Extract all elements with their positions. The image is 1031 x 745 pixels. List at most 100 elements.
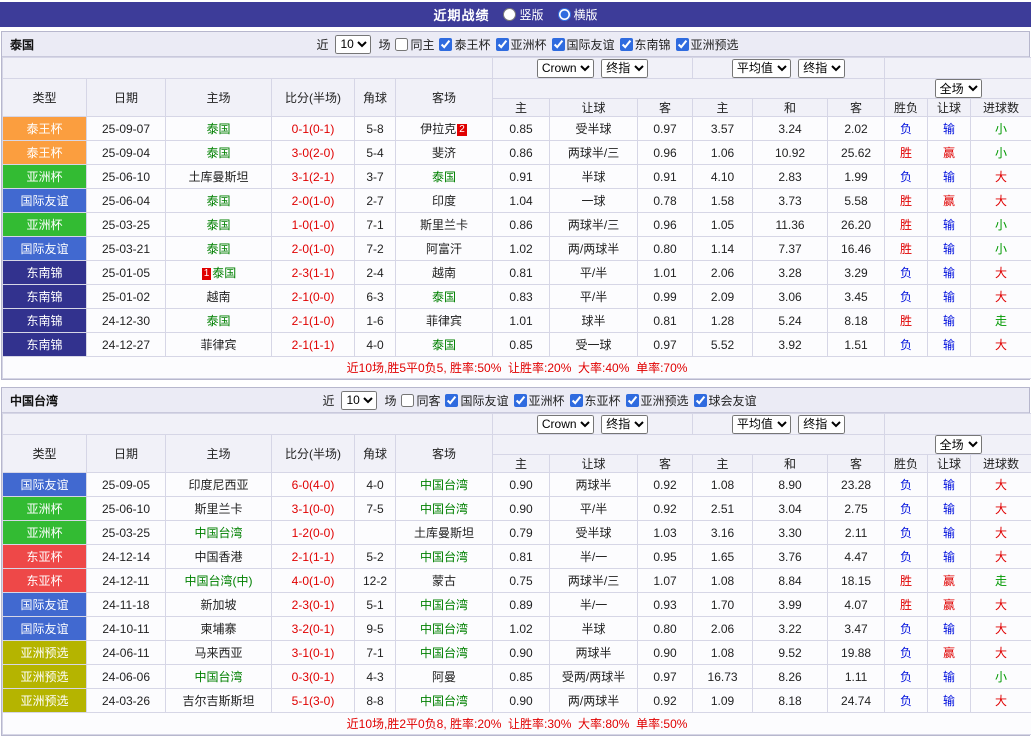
competition-filter[interactable]: 东亚杯 xyxy=(570,392,621,409)
competition-filter[interactable]: 泰王杯 xyxy=(439,36,490,53)
team-name: 泰国 xyxy=(432,290,456,304)
vertical-radio[interactable] xyxy=(503,8,516,21)
match-score: 3-0(2-0) xyxy=(272,141,355,165)
home-team: 菲律宾 xyxy=(166,333,272,357)
match-date: 25-09-07 xyxy=(87,117,166,141)
avg-home: 2.06 xyxy=(693,261,753,285)
away-team: 中国台湾 xyxy=(396,545,493,569)
team-name: 印度 xyxy=(432,194,456,208)
odds-company-select[interactable]: Crown xyxy=(537,59,594,78)
match-score: 3-2(0-1) xyxy=(272,617,355,641)
result: 负 xyxy=(885,165,928,189)
scope-select[interactable]: 全场 xyxy=(935,435,982,454)
competition-filter[interactable]: 亚洲杯 xyxy=(514,392,565,409)
same-venue-checkbox[interactable] xyxy=(395,38,408,51)
home-team: 泰国 xyxy=(166,141,272,165)
match-count-select[interactable]: 10 xyxy=(341,391,377,410)
match-row: 东南锦24-12-30泰国2-1(1-0)1-6菲律宾1.01球半0.811.2… xyxy=(3,309,1031,333)
odds-handicap: 平/半 xyxy=(550,261,638,285)
home-team: 新加坡 xyxy=(166,593,272,617)
col-type: 类型 xyxy=(3,79,87,117)
goals-result: 大 xyxy=(971,261,1031,285)
view-option-vertical[interactable]: 竖版 xyxy=(503,6,543,23)
avg-time-select[interactable]: 终指 xyxy=(798,59,845,78)
average-select[interactable]: 平均值 xyxy=(732,415,791,434)
match-count-select[interactable]: 10 xyxy=(335,35,371,54)
col-result: 胜负 xyxy=(885,99,928,117)
odds-handicap: 半球 xyxy=(550,617,638,641)
team-name: 斯里兰卡 xyxy=(194,502,242,516)
same-venue-filter[interactable]: 同主 xyxy=(395,36,434,53)
team-name: 泰国 xyxy=(432,170,456,184)
goals-result: 大 xyxy=(971,689,1031,713)
competition-filter[interactable]: 球会友谊 xyxy=(694,392,757,409)
corner-score: 7-5 xyxy=(355,497,396,521)
competition-checkbox[interactable] xyxy=(620,38,633,51)
same-venue-filter[interactable]: 同客 xyxy=(401,392,440,409)
match-row: 国际友谊25-09-05印度尼西亚6-0(4-0)4-0中国台湾0.90两球半0… xyxy=(3,473,1031,497)
result: 胜 xyxy=(885,213,928,237)
avg-draw: 3.04 xyxy=(753,497,828,521)
goals-result: 小 xyxy=(971,141,1031,165)
odds-time-select[interactable]: 终指 xyxy=(601,59,648,78)
result: 负 xyxy=(885,285,928,309)
avg-home: 1.09 xyxy=(693,689,753,713)
handicap-result: 输 xyxy=(928,261,971,285)
match-score: 2-0(1-0) xyxy=(272,189,355,213)
odds-handicap: 受两/两球半 xyxy=(550,665,638,689)
col-away: 客场 xyxy=(396,435,493,473)
competition-filter[interactable]: 东南锦 xyxy=(620,36,671,53)
competition-checkbox[interactable] xyxy=(570,394,583,407)
average-select[interactable]: 平均值 xyxy=(732,59,791,78)
goals-result: 走 xyxy=(971,569,1031,593)
competition-checkbox[interactable] xyxy=(626,394,639,407)
scope-select[interactable]: 全场 xyxy=(935,79,982,98)
competition-filter[interactable]: 亚洲预选 xyxy=(676,36,739,53)
same-venue-checkbox[interactable] xyxy=(401,394,414,407)
competition-checkbox[interactable] xyxy=(676,38,689,51)
col-odds-away: 客 xyxy=(638,99,693,117)
home-team: 1泰国 xyxy=(166,261,272,285)
competition-checkbox[interactable] xyxy=(552,38,565,51)
competition-checkbox[interactable] xyxy=(439,38,452,51)
team-name: 吉尔吉斯斯坦 xyxy=(182,694,254,708)
avg-away: 1.51 xyxy=(828,333,885,357)
avg-away: 3.47 xyxy=(828,617,885,641)
avg-home: 4.10 xyxy=(693,165,753,189)
competition-checkbox[interactable] xyxy=(514,394,527,407)
competition-checkbox[interactable] xyxy=(694,394,707,407)
vertical-label: 竖版 xyxy=(519,6,543,23)
rank-marker: 2 xyxy=(457,124,467,136)
match-score: 3-1(0-0) xyxy=(272,497,355,521)
competition-checkbox[interactable] xyxy=(445,394,458,407)
horizontal-radio[interactable] xyxy=(558,8,571,21)
match-date: 25-03-25 xyxy=(87,521,166,545)
competition-filter[interactable]: 亚洲预选 xyxy=(626,392,689,409)
corner-score: 3-7 xyxy=(355,165,396,189)
goals-result: 大 xyxy=(971,521,1031,545)
competition-type: 亚洲杯 xyxy=(3,213,87,237)
competition-filter[interactable]: 国际友谊 xyxy=(552,36,615,53)
competition-label: 东亚杯 xyxy=(585,392,621,409)
col-goals: 进球数 xyxy=(971,455,1031,473)
odds-company-select[interactable]: Crown xyxy=(537,415,594,434)
competition-label: 亚洲杯 xyxy=(529,392,565,409)
team-name: 泰国 xyxy=(206,194,230,208)
avg-home: 1.65 xyxy=(693,545,753,569)
avg-away: 19.88 xyxy=(828,641,885,665)
odds-time-select[interactable]: 终指 xyxy=(601,415,648,434)
competition-type: 亚洲预选 xyxy=(3,689,87,713)
match-row: 国际友谊24-11-18新加坡2-3(0-1)5-1中国台湾0.89半/一0.9… xyxy=(3,593,1031,617)
odds-home: 0.85 xyxy=(493,665,550,689)
match-score: 2-1(1-1) xyxy=(272,545,355,569)
view-option-horizontal[interactable]: 横版 xyxy=(558,6,598,23)
summary-text: 近10场,胜5平0负5, 胜率:50% 让胜率:20% 大率:40% 单率:70… xyxy=(3,357,1031,379)
competition-filter[interactable]: 国际友谊 xyxy=(445,392,508,409)
near-label: 近 xyxy=(322,392,334,409)
same-venue-label: 同主 xyxy=(410,36,434,53)
away-team: 菲律宾 xyxy=(396,309,493,333)
competition-checkbox[interactable] xyxy=(496,38,509,51)
avg-time-select[interactable]: 终指 xyxy=(798,415,845,434)
competition-filter[interactable]: 亚洲杯 xyxy=(496,36,547,53)
goals-result: 大 xyxy=(971,473,1031,497)
